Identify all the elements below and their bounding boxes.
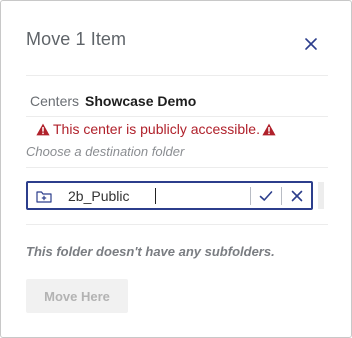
folder-list-scrollbar[interactable]	[318, 182, 324, 209]
close-icon[interactable]	[303, 36, 319, 52]
folder-list-divider-top	[26, 167, 328, 168]
close-icon[interactable]	[289, 188, 305, 204]
text-caret	[155, 188, 156, 204]
folder-plus-icon	[36, 190, 52, 203]
warning-triangle-icon	[262, 123, 276, 136]
move-here-button[interactable]: Move Here	[26, 279, 128, 313]
public-warning: This center is publicly accessible.	[36, 121, 276, 137]
breadcrumb: Centers Showcase Demo	[30, 93, 196, 109]
warning-text: This center is publicly accessible.	[53, 121, 260, 137]
new-folder-editor	[26, 181, 313, 210]
breadcrumb-divider	[26, 116, 328, 117]
button-separator	[250, 187, 251, 205]
check-icon[interactable]	[258, 188, 274, 204]
header-divider	[26, 75, 328, 76]
dialog-title: Move 1 Item	[26, 29, 127, 49]
move-item-dialog: Move 1 Item Centers Showcase Demo This ce…	[0, 0, 352, 338]
breadcrumb-current: Showcase Demo	[85, 93, 197, 109]
button-separator	[281, 187, 282, 205]
folder-name-input[interactable]	[68, 187, 248, 205]
warning-triangle-icon	[36, 123, 50, 136]
folder-list-divider-bottom	[26, 224, 328, 225]
breadcrumb-root-link[interactable]: Centers	[30, 93, 79, 109]
empty-folder-message: This folder doesn't have any subfolders.	[26, 244, 275, 259]
destination-hint: Choose a destination folder	[26, 144, 185, 159]
